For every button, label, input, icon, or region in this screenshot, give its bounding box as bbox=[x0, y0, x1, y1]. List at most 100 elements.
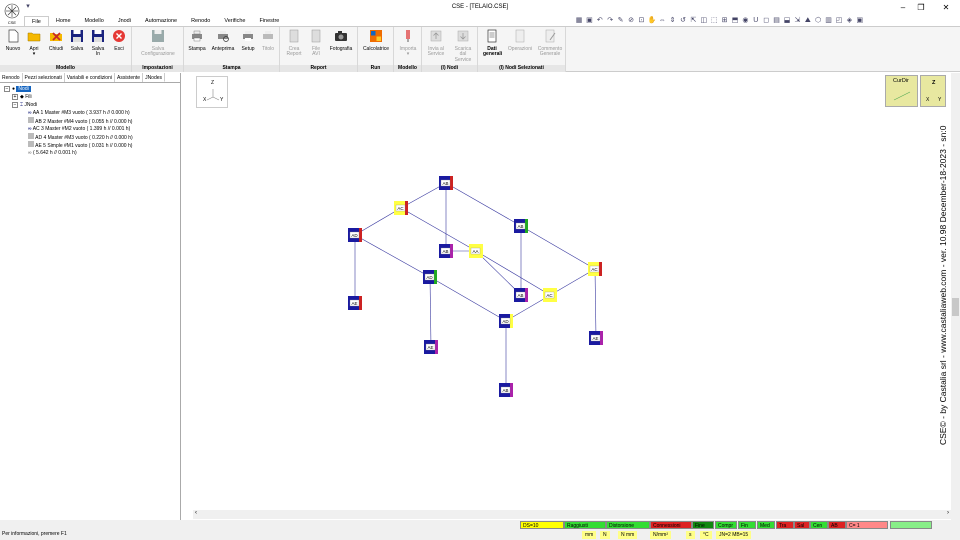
view-tool-icon[interactable]: ▣ bbox=[856, 17, 864, 25]
unit-indicator[interactable]: N bbox=[600, 531, 610, 539]
joint-node[interactable]: AD bbox=[348, 228, 362, 242]
scroll-left-icon[interactable]: ‹ bbox=[195, 510, 197, 516]
tree-item[interactable]: AD 4 Master #M3 vuoto ( 0.220 h // 0.000… bbox=[4, 133, 176, 141]
unit-indicator[interactable]: °C bbox=[700, 531, 712, 539]
frame-beam[interactable] bbox=[445, 182, 522, 227]
anteprima-button[interactable]: Anteprima bbox=[209, 29, 237, 52]
status-chip[interactable]: Distorsione bbox=[606, 521, 650, 529]
unit-indicator[interactable]: s bbox=[686, 531, 695, 539]
status-chip[interactable]: Fine bbox=[692, 521, 714, 529]
tab-finestre[interactable]: Finestre bbox=[252, 16, 286, 26]
collapse-icon[interactable]: − bbox=[4, 85, 10, 92]
frame-beam[interactable] bbox=[520, 225, 596, 270]
view-tool-icon[interactable]: ◉ bbox=[741, 17, 749, 25]
frame-beam[interactable] bbox=[475, 250, 551, 296]
fotografia-button[interactable]: Fotografia bbox=[327, 29, 355, 52]
view-tool-icon[interactable]: ⇲ bbox=[793, 17, 801, 25]
status-chip[interactable]: Raggiusti bbox=[564, 521, 606, 529]
frame-beam[interactable] bbox=[354, 234, 431, 278]
view-tool-icon[interactable]: ✋ bbox=[648, 17, 657, 25]
tree-node-jnodi[interactable]: − ⌶ JNodi bbox=[4, 101, 176, 109]
panel-tab-variabili[interactable]: Variabili e condizioni bbox=[65, 73, 115, 82]
frame-beam[interactable] bbox=[400, 207, 477, 252]
close-button[interactable]: ✕ bbox=[940, 3, 952, 12]
esci-button[interactable]: Esci bbox=[110, 29, 128, 52]
view-tool-icon[interactable]: U bbox=[752, 17, 760, 25]
status-chip[interactable]: Sal bbox=[794, 521, 810, 529]
view-tool-icon[interactable]: ⬡ bbox=[814, 17, 822, 25]
status-chip[interactable]: Tra bbox=[776, 521, 794, 529]
salva-in-button[interactable]: Salva In bbox=[89, 29, 107, 58]
stampa-button[interactable]: Stampa bbox=[187, 29, 207, 52]
panel-tab-renodo[interactable]: Renodo bbox=[0, 73, 23, 82]
operazioni-button[interactable]: Operazioni bbox=[505, 29, 535, 52]
unit-indicator[interactable]: N/mm² bbox=[650, 531, 671, 539]
status-chip[interactable]: Med bbox=[757, 521, 775, 529]
tab-file[interactable]: File bbox=[24, 16, 49, 26]
joint-node[interactable]: AC bbox=[394, 201, 408, 215]
salva-button[interactable]: Salva bbox=[68, 29, 86, 52]
view-tool-icon[interactable]: ▣ bbox=[585, 17, 593, 25]
calcolatrice-button[interactable]: Calcolatrice bbox=[360, 29, 392, 52]
salva-configurazione-button[interactable]: Salva Configurazione bbox=[135, 29, 181, 58]
setup-button[interactable]: Setup bbox=[239, 29, 257, 52]
tree-item[interactable]: ∞ AA 1 Master #M3 vuoto ( 3.937 h // 0.0… bbox=[4, 109, 176, 117]
joint-node[interactable]: AE bbox=[424, 340, 438, 354]
view-tool-icon[interactable]: ✎ bbox=[617, 17, 625, 25]
file-avi-button[interactable]: File AVI bbox=[307, 29, 325, 58]
expand-icon[interactable]: + bbox=[12, 93, 18, 100]
minimize-button[interactable]: – bbox=[897, 3, 909, 12]
unit-indicator[interactable]: mm bbox=[582, 531, 597, 539]
view-tool-icon[interactable]: ▦ bbox=[575, 17, 583, 25]
dati-generali-button[interactable]: Dati generali bbox=[480, 29, 504, 58]
unit-indicator[interactable]: JN=2 MB=15 bbox=[716, 531, 752, 539]
unit-indicator[interactable]: N mm bbox=[618, 531, 638, 539]
view-tool-icon[interactable]: ↺ bbox=[679, 17, 687, 25]
frame-beam[interactable] bbox=[594, 268, 597, 339]
tree-node-root[interactable]: − ● Nodi bbox=[4, 85, 176, 93]
panel-tab-jnodes[interactable]: JNodes bbox=[143, 73, 166, 82]
joint-node[interactable]: AB bbox=[499, 383, 513, 397]
joint-node[interactable]: AD bbox=[423, 270, 437, 284]
tab-verifiche[interactable]: Verifiche bbox=[217, 16, 252, 26]
status-chip[interactable]: Fin bbox=[738, 521, 756, 529]
status-chip[interactable]: AB bbox=[828, 521, 846, 529]
importa-button[interactable]: Importa ▾ bbox=[396, 29, 420, 58]
joint-node[interactable]: AB bbox=[439, 176, 453, 190]
view-tool-icon[interactable]: ▤ bbox=[773, 17, 781, 25]
joint-node[interactable]: AB bbox=[514, 219, 528, 233]
chiudi-button[interactable]: Chiudi bbox=[46, 29, 66, 52]
titolo-button[interactable]: Titolo bbox=[259, 29, 277, 52]
view-tool-icon[interactable]: ⛰ bbox=[804, 17, 812, 25]
joint-node[interactable]: AC bbox=[543, 288, 557, 302]
apri-button[interactable]: Apri ▾ bbox=[25, 29, 43, 58]
view-tool-icon[interactable]: ◻ bbox=[762, 17, 770, 25]
joint-node[interactable]: AB bbox=[514, 288, 528, 302]
view-tool-icon[interactable]: ⊘ bbox=[627, 17, 635, 25]
view-tool-icon[interactable]: ⬒ bbox=[731, 17, 739, 25]
view-tool-icon[interactable]: ↶ bbox=[596, 17, 604, 25]
panel-tab-pezzi[interactable]: Pezzi selezionati bbox=[23, 73, 65, 82]
view-tool-icon[interactable]: ⇔ bbox=[658, 17, 666, 25]
horizontal-scrollbar[interactable]: ‹ › bbox=[193, 510, 951, 519]
joint-node[interactable]: AD bbox=[499, 314, 513, 328]
commento-generale-button[interactable]: Commento Generale bbox=[536, 29, 564, 58]
vertical-scroll-thumb[interactable] bbox=[952, 298, 959, 316]
status-chip[interactable]: C= 1 bbox=[846, 521, 888, 529]
tree-node-fili[interactable]: + ◆ Fili bbox=[4, 93, 176, 101]
scroll-right-icon[interactable]: › bbox=[947, 510, 949, 516]
view-tool-icon[interactable]: ⇱ bbox=[689, 17, 697, 25]
view-tool-icon[interactable]: ◰ bbox=[835, 17, 843, 25]
frame-beam[interactable] bbox=[429, 276, 432, 348]
status-chip[interactable]: Connessioni bbox=[650, 521, 692, 529]
scarica-service-button[interactable]: Scarica dal Service bbox=[450, 29, 476, 63]
joint-node[interactable]: AC bbox=[588, 262, 602, 276]
joint-node[interactable]: AA bbox=[469, 244, 483, 258]
status-chip[interactable]: Compr bbox=[715, 521, 737, 529]
view-tool-icon[interactable]: ⬚ bbox=[710, 17, 718, 25]
joint-node[interactable]: AE bbox=[589, 331, 603, 345]
view-tool-icon[interactable]: ◈ bbox=[845, 17, 853, 25]
tab-automazione[interactable]: Automazione bbox=[138, 16, 184, 26]
restore-button[interactable]: ❐ bbox=[915, 3, 927, 12]
view-tool-icon[interactable]: ◫ bbox=[700, 17, 708, 25]
